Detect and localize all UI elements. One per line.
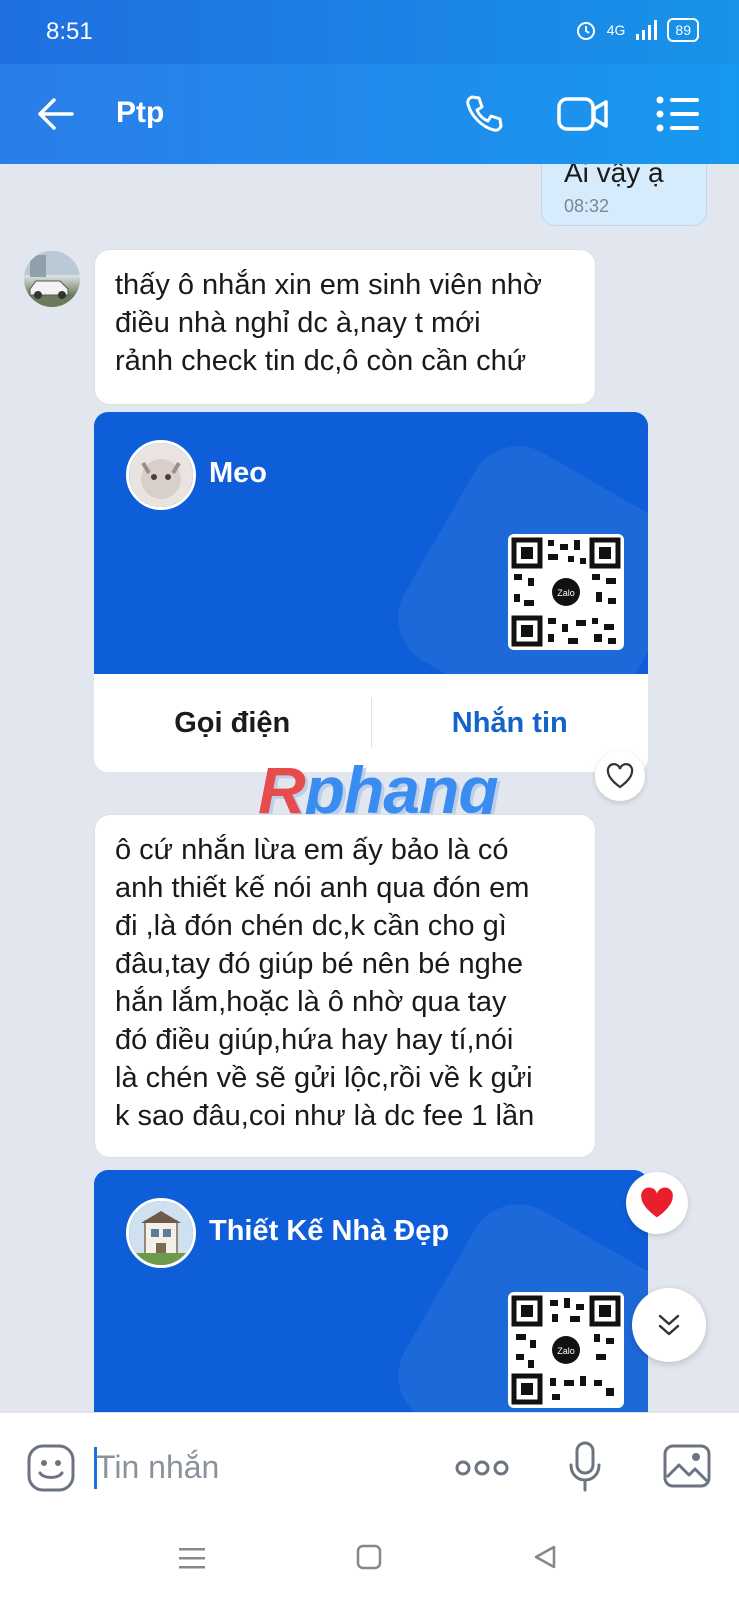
qr-code[interactable]: Zalo <box>508 1292 624 1408</box>
network-label: 4G <box>606 22 626 38</box>
contact-card-name: Thiết Kế Nhà Đẹp <box>209 1215 450 1247</box>
message-line: điều nhà nghỉ dc à,nay t mới <box>115 307 481 339</box>
signal-icon <box>636 20 658 40</box>
message-line: rảnh check tin dc,ô còn cần chứ <box>115 345 527 377</box>
message-list[interactable]: Ai vậy ạ 08:32 thấy ô nhắn xin em sinh v… <box>0 164 739 1412</box>
status-bar: 8:51 4G 89 <box>0 0 739 64</box>
contact-name[interactable]: Ptp <box>116 96 164 130</box>
qr-code-icon: Zalo <box>511 1295 621 1405</box>
message-time: 08:32 <box>564 196 610 216</box>
message-line: đâu,tay đó giúp bé nên bé nghe <box>115 948 523 980</box>
heart-filled-icon <box>641 1187 673 1218</box>
status-time: 8:51 <box>46 18 93 45</box>
reaction-button[interactable] <box>595 751 645 801</box>
message-line: đi ,là đón chén dc,k cần cho gì <box>115 910 507 942</box>
home-icon[interactable] <box>356 1544 382 1570</box>
message-line: hắn lắm,hoặc là ô nhờ qua tay <box>115 986 507 1018</box>
qr-badge: Zalo <box>557 1346 575 1356</box>
more-options-icon[interactable] <box>454 1459 510 1477</box>
contact-card[interactable]: Thiết Kế Nhà Đẹp Zalo <box>94 1170 648 1412</box>
status-icons: 4G 89 <box>575 18 699 42</box>
sticker-emoji-icon[interactable] <box>26 1443 76 1493</box>
message-line: thấy ô nhắn xin em sinh viên nhờ <box>115 269 542 301</box>
image-gallery-icon[interactable] <box>662 1443 712 1489</box>
contact-card-name: Meo <box>209 457 267 489</box>
scroll-to-bottom-button[interactable] <box>632 1288 706 1362</box>
outgoing-message[interactable]: Ai vậy ạ 08:32 <box>541 164 707 226</box>
system-navigation-bar <box>0 1518 739 1600</box>
contact-card-header: Meo Zalo <box>94 412 648 674</box>
cat-photo-icon <box>129 443 193 507</box>
battery-indicator: 89 <box>667 18 699 42</box>
message-input-bar: Tin nhắn <box>0 1412 739 1519</box>
contact-card[interactable]: Meo Zalo Gọi điện Nhắn tin <box>94 412 648 772</box>
call-button[interactable]: Gọi điện <box>94 707 371 740</box>
message-line: đó điều giúp,hứa hay hay tí,nói <box>115 1024 514 1056</box>
contact-card-header: Thiết Kế Nhà Đẹp Zalo <box>94 1170 648 1412</box>
car-photo-icon <box>24 251 80 299</box>
message-input[interactable]: Tin nhắn <box>96 1449 219 1486</box>
back-nav-icon[interactable] <box>532 1544 558 1570</box>
reaction-button[interactable] <box>626 1172 688 1234</box>
message-line: là chén về sẽ gửi lộc,rồi về k gửi <box>115 1062 533 1094</box>
qr-code-icon: Zalo <box>511 537 621 647</box>
alarm-icon <box>576 22 595 40</box>
recent-apps-icon[interactable] <box>178 1546 206 1570</box>
incoming-message[interactable]: ô cứ nhắn lừa em ấy bảo là có anh thiết … <box>94 814 596 1158</box>
qr-code[interactable]: Zalo <box>508 534 624 650</box>
sender-avatar[interactable] <box>24 251 80 307</box>
house-photo-icon <box>129 1201 193 1265</box>
microphone-icon[interactable] <box>568 1441 602 1493</box>
message-line: ô cứ nhắn lừa em ấy bảo là có <box>115 834 509 866</box>
heart-outline-icon <box>606 763 634 789</box>
message-line: k sao đâu,coi như là dc fee 1 lần <box>115 1100 535 1132</box>
back-arrow-icon[interactable] <box>36 94 76 134</box>
video-call-icon[interactable] <box>556 94 610 134</box>
contact-avatar <box>126 1198 196 1268</box>
contact-avatar <box>126 440 196 510</box>
double-chevron-down-icon <box>658 1314 680 1336</box>
message-line: anh thiết kế nói anh qua đón em <box>115 872 530 904</box>
menu-list-icon[interactable] <box>656 96 700 132</box>
chat-header: Ptp <box>0 64 739 164</box>
phone-call-icon[interactable] <box>462 92 506 136</box>
message-button[interactable]: Nhắn tin <box>372 707 649 740</box>
message-text: Ai vậy ạ <box>564 164 664 188</box>
incoming-message[interactable]: thấy ô nhắn xin em sinh viên nhờ điều nh… <box>94 249 596 405</box>
qr-badge: Zalo <box>557 588 575 598</box>
